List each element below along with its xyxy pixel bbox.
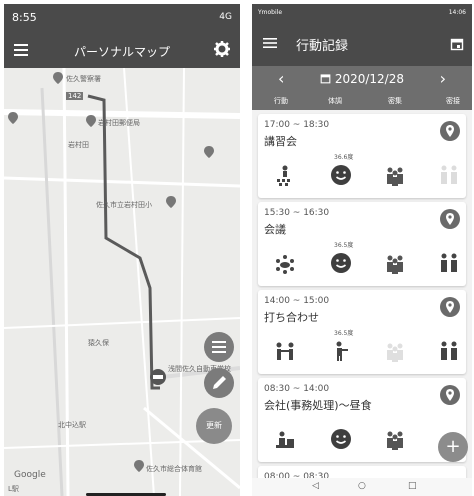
entry-time: 08:30 ~ 14:00 <box>264 384 330 394</box>
entry-time: 14:00 ~ 15:00 <box>264 296 330 306</box>
location-pin-icon <box>446 389 454 401</box>
meeting-icon <box>276 255 294 274</box>
location-pin-icon[interactable] <box>86 115 96 127</box>
status-carrier: Ymobile <box>258 9 283 16</box>
entry-name: 講習会 <box>264 135 297 148</box>
map-label-school: 佐久市立岩村田小 <box>96 201 152 209</box>
crowd-icon <box>387 343 403 362</box>
smile-icon <box>331 165 351 185</box>
entry-temperature: 36.5度 <box>334 330 354 337</box>
smile-icon <box>331 429 351 449</box>
log-screen: Ymobile 14:06 行動記録 ‹ 2020/12/28 › 行動 体調 … <box>252 4 472 496</box>
status-bar: 8:55 4G <box>4 4 240 34</box>
location-pin-button[interactable] <box>440 209 460 229</box>
add-entry-button[interactable]: + <box>438 432 468 462</box>
close-contact-icon <box>441 341 457 360</box>
location-pin-icon <box>446 213 454 225</box>
route-badge: 142 <box>66 92 84 100</box>
map-label-shimohirao: 猿久保 <box>88 339 109 347</box>
location-pin-icon[interactable] <box>166 196 176 208</box>
category-condition: 体調 <box>328 97 342 105</box>
back-button[interactable]: ◁ <box>312 481 319 491</box>
smile-icon <box>331 253 351 273</box>
menu-icon[interactable] <box>262 35 278 51</box>
entry-name: 打ち合わせ <box>264 311 319 324</box>
status-signal: 4G <box>219 12 232 22</box>
pencil-icon <box>213 376 226 389</box>
map-label-sports: 佐久市総合体育館 <box>146 465 202 473</box>
log-header: 行動記録 <box>252 22 472 66</box>
list-button[interactable] <box>204 332 234 362</box>
location-pin-button[interactable] <box>440 297 460 317</box>
entry-time: 17:00 ~ 18:30 <box>264 120 330 130</box>
log-entry[interactable]: 15:30 ~ 16:30 会議 36.5度 <box>258 202 466 286</box>
sick-person-icon <box>336 341 348 361</box>
close-contact-icon <box>441 165 457 184</box>
entry-name: 会社(事務処理)〜昼食 <box>264 399 372 412</box>
category-contact: 密接 <box>446 97 460 105</box>
map-label-station: 北中込駅 <box>58 421 86 429</box>
status-bar: Ymobile 14:06 <box>252 4 472 22</box>
page-title: 行動記録 <box>296 39 349 54</box>
log-entry[interactable]: 14:00 ~ 15:00 打ち合わせ 36.5度 <box>258 290 466 374</box>
status-time: 8:55 <box>12 11 37 24</box>
location-pin-button[interactable] <box>440 385 460 405</box>
edit-button[interactable] <box>204 368 234 398</box>
date-text: 2020/12/28 <box>334 72 404 86</box>
lecture-icon <box>277 165 290 186</box>
crowd-icon <box>387 167 403 186</box>
location-pin-icon <box>446 301 454 313</box>
crowd-icon <box>387 431 403 450</box>
entry-temperature: 36.6度 <box>334 154 354 161</box>
entry-temperature: 36.5度 <box>334 242 354 249</box>
android-nav-bar: ◁ ○ □ <box>252 478 472 496</box>
location-pin-icon[interactable] <box>53 72 63 84</box>
log-entry[interactable]: 08:30 ~ 14:00 会社(事務処理)〜昼食 <box>258 378 466 462</box>
location-pin-icon[interactable] <box>8 112 18 124</box>
calendar-icon[interactable] <box>450 37 464 51</box>
calendar-icon <box>320 74 331 84</box>
home-button[interactable]: ○ <box>358 481 366 491</box>
map-screen: 8:55 4G パーソナルマップ 佐久警察署 142 岩村田郵便局 岩村田 佐久… <box>4 4 240 496</box>
map-header: パーソナルマップ <box>4 34 240 68</box>
page-title: パーソナルマップ <box>73 45 170 59</box>
date-bar: ‹ 2020/12/28 › 行動 体調 密集 密接 <box>252 66 472 110</box>
entry-time: 15:30 ~ 16:30 <box>264 208 330 218</box>
google-logo: Google <box>14 470 46 480</box>
close-contact-icon <box>441 253 457 272</box>
car-marker-icon <box>150 369 166 385</box>
desk-work-icon <box>276 431 294 448</box>
map-label-police: 佐久警察署 <box>66 75 101 83</box>
list-icon <box>212 341 226 353</box>
category-action: 行動 <box>274 97 288 105</box>
location-pin-icon[interactable] <box>134 460 144 472</box>
status-time: 14:06 <box>448 9 466 16</box>
map-label-postoffice: 岩村田郵便局 <box>98 119 140 127</box>
gear-icon[interactable] <box>213 40 231 58</box>
location-pin-icon[interactable] <box>204 146 214 158</box>
entry-name: 会議 <box>264 223 286 236</box>
next-day-button[interactable]: › <box>440 69 446 88</box>
category-crowd: 密集 <box>388 97 402 105</box>
discussion-icon <box>276 342 294 360</box>
recent-apps-button[interactable]: □ <box>408 481 417 491</box>
map-label-bottom: L駅 <box>8 485 19 493</box>
update-button[interactable]: 更新 <box>196 408 232 444</box>
crowd-icon <box>387 255 403 274</box>
log-entry[interactable]: 17:00 ~ 18:30 講習会 36.6度 <box>258 114 466 198</box>
location-pin-button[interactable] <box>440 121 460 141</box>
map-label-town: 岩村田 <box>68 141 89 149</box>
location-pin-icon <box>446 125 454 137</box>
